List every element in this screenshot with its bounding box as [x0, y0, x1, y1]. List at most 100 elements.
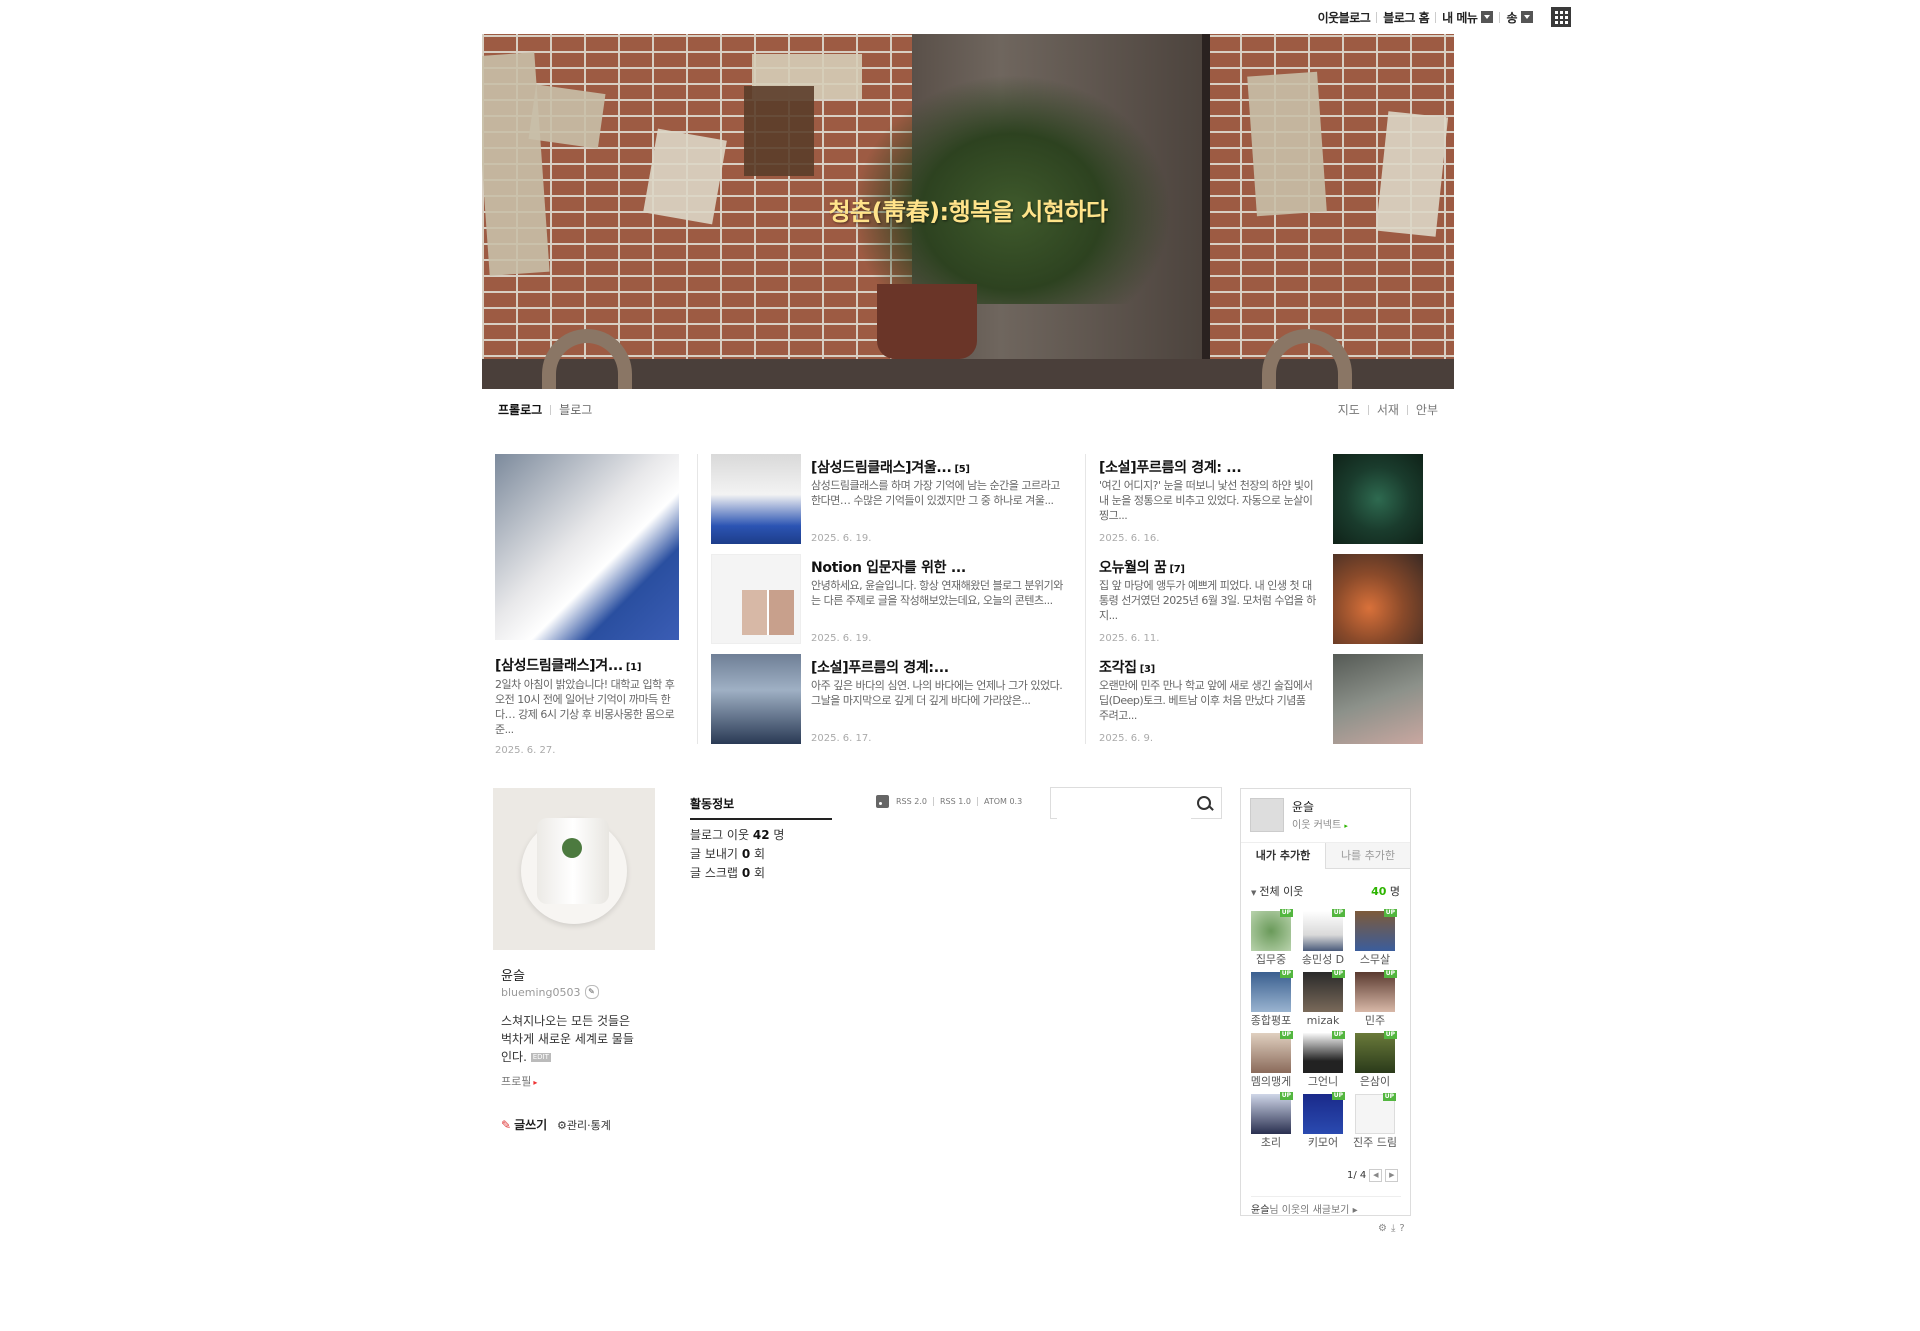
profile-link-label: 프로필 — [501, 1075, 532, 1088]
neighbor-item[interactable]: UP 초리 — [1249, 1092, 1293, 1151]
post-title[interactable]: Notion 입문자를 위한 ... — [811, 557, 969, 577]
post-title[interactable]: [소설]푸르름의 경계:... — [811, 657, 952, 677]
neighbor-connect-link[interactable]: 이웃 커넥트 ▸ — [1292, 816, 1348, 831]
post-title[interactable]: 오뉴월의 꿈 [7] — [1099, 557, 1185, 577]
post-thumbnail[interactable] — [1333, 454, 1423, 544]
next-page-icon[interactable]: ▶ — [1385, 1169, 1399, 1182]
neighbor-item[interactable]: UP 멤의맹게 — [1249, 1031, 1293, 1090]
activity-unit: 명 — [773, 828, 785, 842]
menu-blog[interactable]: 블로그 — [559, 401, 592, 418]
comment-count: [1] — [625, 662, 642, 673]
search-input[interactable] — [1057, 789, 1191, 819]
rss-2-link[interactable]: RSS 2.0 — [896, 797, 927, 806]
neighbor-item[interactable]: UP 집무중 — [1249, 909, 1293, 968]
widget-user-name: 윤슬 — [1292, 800, 1315, 814]
neighbor-name: 멤의맹게 — [1250, 1075, 1292, 1088]
write-post-button[interactable]: ✎ 글쓰기 — [501, 1116, 547, 1133]
post-thumbnail[interactable] — [711, 654, 801, 744]
search-icon[interactable] — [1197, 796, 1211, 810]
post-excerpt[interactable]: 삼성드림클래스를 하며 가장 기억에 남는 순간을 고르라고 한다면… 수많은 … — [811, 478, 1067, 523]
neighbor-pagination: 1/ 4 ◀ ▶ — [1347, 1169, 1399, 1182]
gnb-user-menu[interactable]: 송 — [1500, 9, 1539, 26]
post-excerpt[interactable]: 안녕하세요, 윤슬입니다. 항상 연재해왔던 블로그 분위기와는 다른 주제로 … — [811, 578, 1067, 623]
blog-header-banner: 청춘(靑春):행복을 시현하다 — [482, 34, 1454, 389]
post-excerpt[interactable]: '여긴 어디지?' 눈을 떠보니 낯선 천장의 하얀 빛이 내 눈을 정통으로 … — [1099, 478, 1317, 523]
neighbor-item[interactable]: UP mizak — [1301, 970, 1345, 1029]
post-title-text: [소설]푸르름의 경계: ... — [1099, 460, 1242, 476]
menu-library[interactable]: 서재 — [1377, 401, 1399, 418]
post-excerpt[interactable]: 집 앞 마당에 앵두가 예쁘게 피었다. 내 인생 첫 대통령 선거였던 202… — [1099, 578, 1317, 623]
divider — [697, 454, 698, 744]
activity-neighbors: 블로그 이웃 42 명 — [690, 826, 784, 843]
up-badge: UP — [1383, 909, 1397, 917]
post-thumbnail[interactable] — [1333, 654, 1423, 744]
tab-added-by-me[interactable]: 내가 추가한 — [1241, 843, 1326, 869]
post-title-text: [소설]푸르름의 경계:... — [811, 660, 949, 676]
neighbor-new-posts-link[interactable]: 윤슬님 이웃의 새글보기 ▸ — [1251, 1196, 1401, 1216]
neighbor-item[interactable]: UP 스무살 — [1353, 909, 1397, 968]
prev-page-icon[interactable]: ◀ — [1369, 1169, 1383, 1182]
menu-prologue[interactable]: 프롤로그 — [498, 401, 542, 418]
footer-user-name: 윤슬 — [1251, 1205, 1270, 1216]
atom-link[interactable]: ATOM 0.3 — [984, 797, 1022, 806]
avatar[interactable] — [1250, 798, 1284, 832]
up-badge: UP — [1279, 909, 1293, 917]
menu-guestbook[interactable]: 안부 — [1416, 401, 1438, 418]
activity-label: 글 스크랩 — [690, 866, 738, 880]
neighbor-item[interactable]: UP 그언니 — [1301, 1031, 1345, 1090]
chevron-down-icon — [1521, 11, 1533, 23]
featured-post-title[interactable]: [삼성드림클래스]겨... [1] — [495, 655, 641, 675]
neighbor-item[interactable]: UP 송민성 D — [1301, 909, 1345, 968]
gnb-neighbor-blog[interactable]: 이웃블로그 — [1312, 9, 1377, 26]
chevron-down-icon — [1481, 11, 1494, 23]
neighbor-count: 40 명 — [1371, 883, 1400, 899]
manage-stats-link[interactable]: ⚙관리·통계 — [557, 1117, 611, 1133]
neighbor-item[interactable]: UP 민주 — [1353, 970, 1397, 1029]
profile-photo[interactable] — [493, 788, 655, 950]
neighbor-avatar: UP — [1251, 1031, 1293, 1073]
profile-photo-cup — [537, 818, 609, 904]
comment-count: [7] — [1169, 564, 1185, 575]
gnb-my-menu[interactable]: 내 메뉴 — [1436, 9, 1499, 26]
gear-icon[interactable]: ⚙ — [1378, 1223, 1391, 1234]
post-thumbnail[interactable] — [1333, 554, 1423, 644]
profile-link[interactable]: 프로필 ▸ — [501, 1073, 537, 1089]
post-thumbnail[interactable] — [711, 454, 801, 544]
post-title[interactable]: 조각집 [3] — [1099, 657, 1155, 677]
neighbor-item[interactable]: UP 진주 드림 — [1353, 1093, 1397, 1151]
divider — [976, 797, 978, 806]
activity-shares: 글 보내기 0 회 — [690, 845, 765, 862]
all-neighbors-dropdown[interactable]: ▼ 전체 이웃 — [1251, 883, 1303, 899]
post-date: 2025. 6. 19. — [811, 533, 872, 544]
featured-post-thumbnail[interactable] — [495, 454, 679, 640]
neighbor-avatar: UP — [1251, 909, 1293, 951]
up-badge: UP — [1331, 909, 1345, 917]
neighbor-name: 그언니 — [1307, 1075, 1339, 1088]
neighbor-item[interactable]: UP 키모어 — [1301, 1092, 1345, 1151]
featured-post-excerpt[interactable]: 2일차 아침이 밝았습니다! 대학교 입학 후 오전 10시 전에 일어난 기억… — [495, 677, 681, 737]
neighbor-item[interactable]: UP 종합평포 — [1249, 970, 1293, 1029]
post-title[interactable]: [소설]푸르름의 경계: ... — [1099, 457, 1244, 477]
post-title[interactable]: [삼성드림클래스]겨울... [5] — [811, 457, 970, 477]
comment-count: [3] — [1139, 664, 1156, 675]
edit-badge[interactable]: EDIT — [530, 1053, 551, 1062]
neighbor-connect-label: 이웃 커넥트 — [1292, 820, 1342, 831]
neighbor-avatar: UP — [1251, 970, 1293, 1012]
menu-map[interactable]: 지도 — [1338, 401, 1360, 418]
grid-apps-icon[interactable] — [1551, 7, 1571, 27]
featured-post-title-text: [삼성드림클래스]겨... — [495, 658, 623, 674]
pencil-icon[interactable]: ✎ — [584, 985, 599, 999]
post-thumbnail[interactable] — [711, 554, 801, 644]
neighbor-avatar: UP — [1355, 1031, 1397, 1073]
blog-title[interactable]: 청춘(靑春):행복을 시현하다 — [482, 192, 1454, 227]
rss-1-link[interactable]: RSS 1.0 — [940, 797, 971, 806]
help-icon[interactable]: ? — [1399, 1223, 1408, 1234]
gnb-blog-home[interactable]: 블로그 홈 — [1377, 9, 1435, 26]
post-excerpt[interactable]: 오랜만에 민주 만나 학교 앞에 새로 생긴 술집에서 딥(Deep)토크. 베… — [1099, 678, 1317, 723]
gear-icon: ⚙ — [557, 1119, 567, 1132]
neighbor-item[interactable]: UP 은삼이 — [1353, 1031, 1397, 1090]
tab-added-me[interactable]: 나를 추가한 — [1326, 843, 1410, 869]
post-excerpt[interactable]: 아주 깊은 바다의 심연. 나의 바다에는 언제나 그가 있었다. 그날을 마지… — [811, 678, 1067, 723]
post-title-text: 조각집 — [1099, 660, 1137, 676]
blog-search — [1050, 787, 1222, 819]
